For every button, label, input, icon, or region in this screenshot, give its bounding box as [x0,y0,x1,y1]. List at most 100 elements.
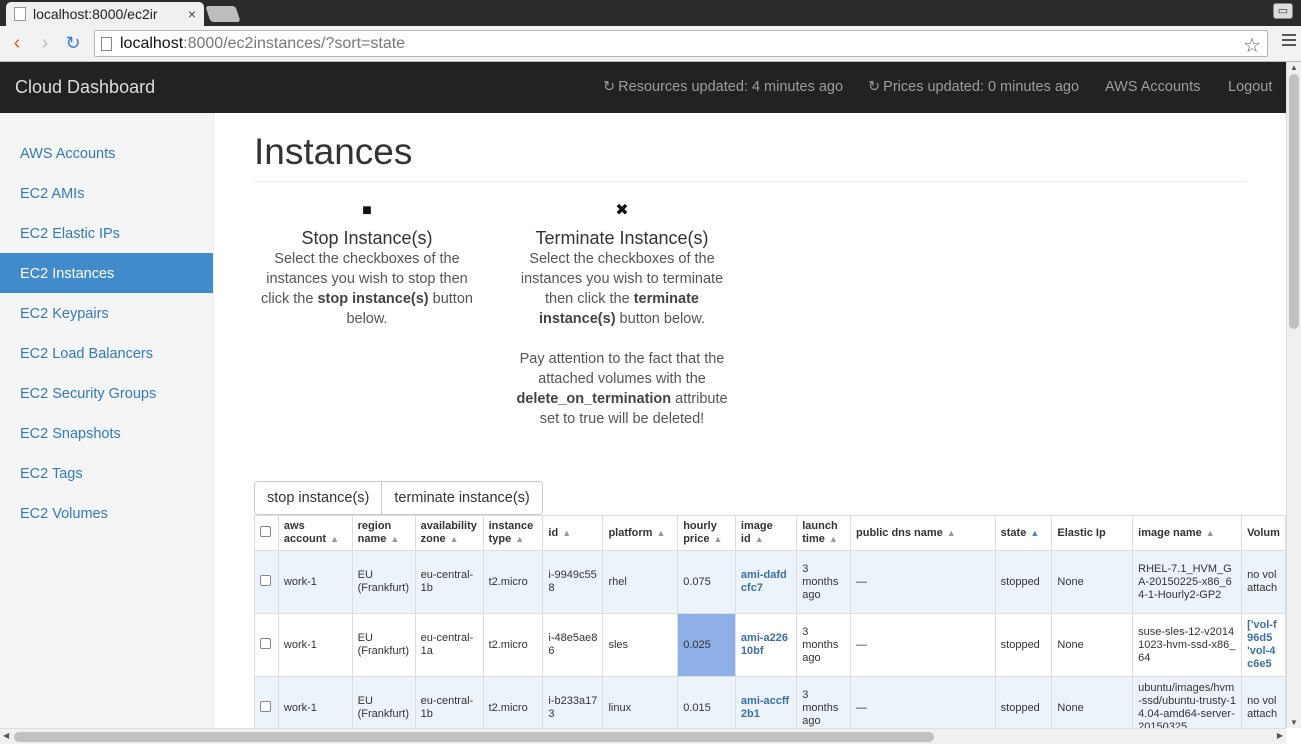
browser-tab[interactable]: localhost:8000/ec2ir × [6,2,204,26]
scroll-right-arrow-icon[interactable]: ▶ [1277,731,1283,740]
column-header-platform[interactable]: platform ▲ [602,515,679,551]
sidebar-item-ec2-instances[interactable]: EC2 Instances [0,253,213,293]
row-checkbox[interactable] [260,637,271,649]
browser-tab-strip: localhost:8000/ec2ir × ▭ [0,0,1301,26]
refresh-icon: ↻ [603,79,616,95]
main-content: Instances ■ Stop Instance(s) Select the … [214,113,1286,728]
page-title: Instances [254,131,413,172]
forward-icon[interactable]: › [34,32,56,54]
window-restore-button[interactable]: ▭ [1273,3,1293,19]
url-host: localhost [120,34,184,52]
cell-hourly-price: 0.075 [677,550,736,614]
sort-icon: ▲ [946,527,956,538]
scroll-left-arrow-icon[interactable]: ◀ [3,731,9,740]
cell-image-id-link[interactable]: ami-a22610bf [734,613,798,677]
stop-instances-description: Select the checkboxes of the instances y… [261,251,473,327]
scroll-down-arrow-icon[interactable]: ▼ [1290,718,1298,727]
row-select-cell[interactable] [254,550,279,614]
cell-platform: rhel [602,550,679,614]
vertical-scrollbar[interactable]: ▲ ▼ [1286,62,1301,728]
row-select-cell[interactable] [254,676,279,728]
cell-aws-account: work-1 [277,676,353,728]
sidebar-item-ec2-elastic-ips[interactable]: EC2 Elastic IPs [0,213,213,253]
prices-updated-link[interactable]: ↻ Prices updated: 0 minutes ago [868,79,1079,95]
cell-public-dns-name: — [850,613,996,677]
close-tab-icon[interactable]: × [188,6,196,22]
new-tab-button[interactable] [205,6,241,22]
sidebar-item-ec2-security-groups[interactable]: EC2 Security Groups [0,373,213,413]
cell-image-name: suse-sles-12-v20141023-hvm-ssd-x86_64 [1132,613,1243,677]
column-header-region-name[interactable]: region name ▲ [351,515,416,551]
nav-aws-accounts[interactable]: AWS Accounts [1105,79,1200,95]
top-navbar: Cloud Dashboard ↻ Resources updated: 4 mi… [0,62,1286,113]
row-checkbox[interactable] [260,574,271,586]
cell-platform: linux [602,676,679,728]
cell-hourly-price: 0.015 [677,676,736,728]
cell-instance-type: t2.micro [482,613,544,677]
cell-public-dns-name: — [850,550,996,614]
cell-launch-time: 3 months ago [796,676,851,728]
column-header-image-name[interactable]: image name ▲ [1132,515,1243,551]
cell-image-id-link[interactable]: ami-dafdcfc7 [734,550,798,614]
horizontal-scroll-thumb[interactable] [14,732,934,742]
column-header-state[interactable]: state ▲ [994,515,1053,551]
sidebar: AWS Accounts EC2 AMIs EC2 Elastic IPs EC… [0,113,214,728]
address-bar[interactable]: localhost:8000/ec2instances/?sort=state … [94,30,1268,57]
cell-volumes-link[interactable]: ['vol-f96d5 'vol-4c6e5 [1241,613,1286,677]
column-header-launch-time[interactable]: launch time ▲ [796,515,851,551]
bookmark-star-icon[interactable]: ☆ [1243,33,1261,58]
cell-id: i-b233a173 [542,676,604,728]
horizontal-scrollbar[interactable]: ◀ ▶ [0,728,1286,744]
sort-icon: ▲ [449,534,459,544]
cell-elastic-ip: None [1051,676,1134,728]
terminate-instances-title: Terminate Instance(s) [535,228,709,248]
select-all-checkbox[interactable] [260,525,271,537]
sidebar-item-ec2-tags[interactable]: EC2 Tags [0,453,213,493]
cell-availability-zone: eu-central-1a [414,613,484,677]
row-checkbox[interactable] [260,700,271,712]
nav-logout[interactable]: Logout [1228,79,1272,95]
column-header-elastic-ip[interactable]: Elastic Ip [1051,515,1134,551]
brand-link[interactable]: Cloud Dashboard [15,77,155,98]
sidebar-item-ec2-keypairs[interactable]: EC2 Keypairs [0,293,213,333]
resources-updated-text: Resources updated: 4 minutes ago [618,79,844,95]
cell-availability-zone: eu-central-1b [414,676,484,728]
page-icon [14,7,26,21]
cell-aws-account: work-1 [277,613,353,677]
refresh-icon: ↻ [868,79,881,95]
column-header-public-dns-name[interactable]: public dns name ▲ [850,515,996,551]
column-header-image-id[interactable]: image id ▲ [734,515,798,551]
terminate-instances-button[interactable]: terminate instance(s) [381,481,543,515]
cell-image-id-link[interactable]: ami-accff2b1 [734,676,798,728]
scroll-up-arrow-icon[interactable]: ▲ [1290,63,1298,72]
row-select-cell[interactable] [254,613,279,677]
sort-icon: ▲ [713,534,723,544]
browser-menu-icon[interactable] [1282,34,1296,48]
sidebar-item-ec2-load-balancers[interactable]: EC2 Load Balancers [0,333,213,373]
sidebar-item-ec2-snapshots[interactable]: EC2 Snapshots [0,413,213,453]
column-header-hourly-price[interactable]: hourly price ▲ [677,515,736,551]
cell-state: stopped [994,613,1053,677]
reload-icon[interactable]: ↻ [62,32,84,54]
table-row: work-1 EU (Frankfurt) eu-central-1b t2.m… [254,550,1286,614]
column-header-id[interactable]: id ▲ [542,515,604,551]
browser-tab-title: localhost:8000/ec2ir [33,6,158,22]
cell-elastic-ip: None [1051,550,1134,614]
column-header-availability-zone[interactable]: availability zone ▲ [414,515,484,551]
select-all-cell[interactable] [254,515,279,551]
stop-instances-button[interactable]: stop instance(s) [254,481,383,515]
back-icon[interactable]: ‹ [6,32,28,54]
cell-state: stopped [994,550,1053,614]
column-header-volumes[interactable]: Volum [1241,515,1286,551]
sort-icon: ▲ [1205,527,1215,538]
sidebar-item-ec2-volumes[interactable]: EC2 Volumes [0,493,213,533]
sidebar-item-ec2-amis[interactable]: EC2 AMIs [0,173,213,213]
sort-icon: ▲ [562,527,572,538]
vertical-scroll-thumb[interactable] [1289,74,1299,329]
resources-updated-link[interactable]: ↻ Resources updated: 4 minutes ago [603,79,843,95]
column-header-aws-account[interactable]: aws account ▲ [277,515,353,551]
sidebar-item-aws-accounts[interactable]: AWS Accounts [0,133,213,173]
column-header-instance-type[interactable]: instance type ▲ [482,515,544,551]
cell-state: stopped [994,676,1053,728]
sort-icon: ▲ [515,534,525,544]
